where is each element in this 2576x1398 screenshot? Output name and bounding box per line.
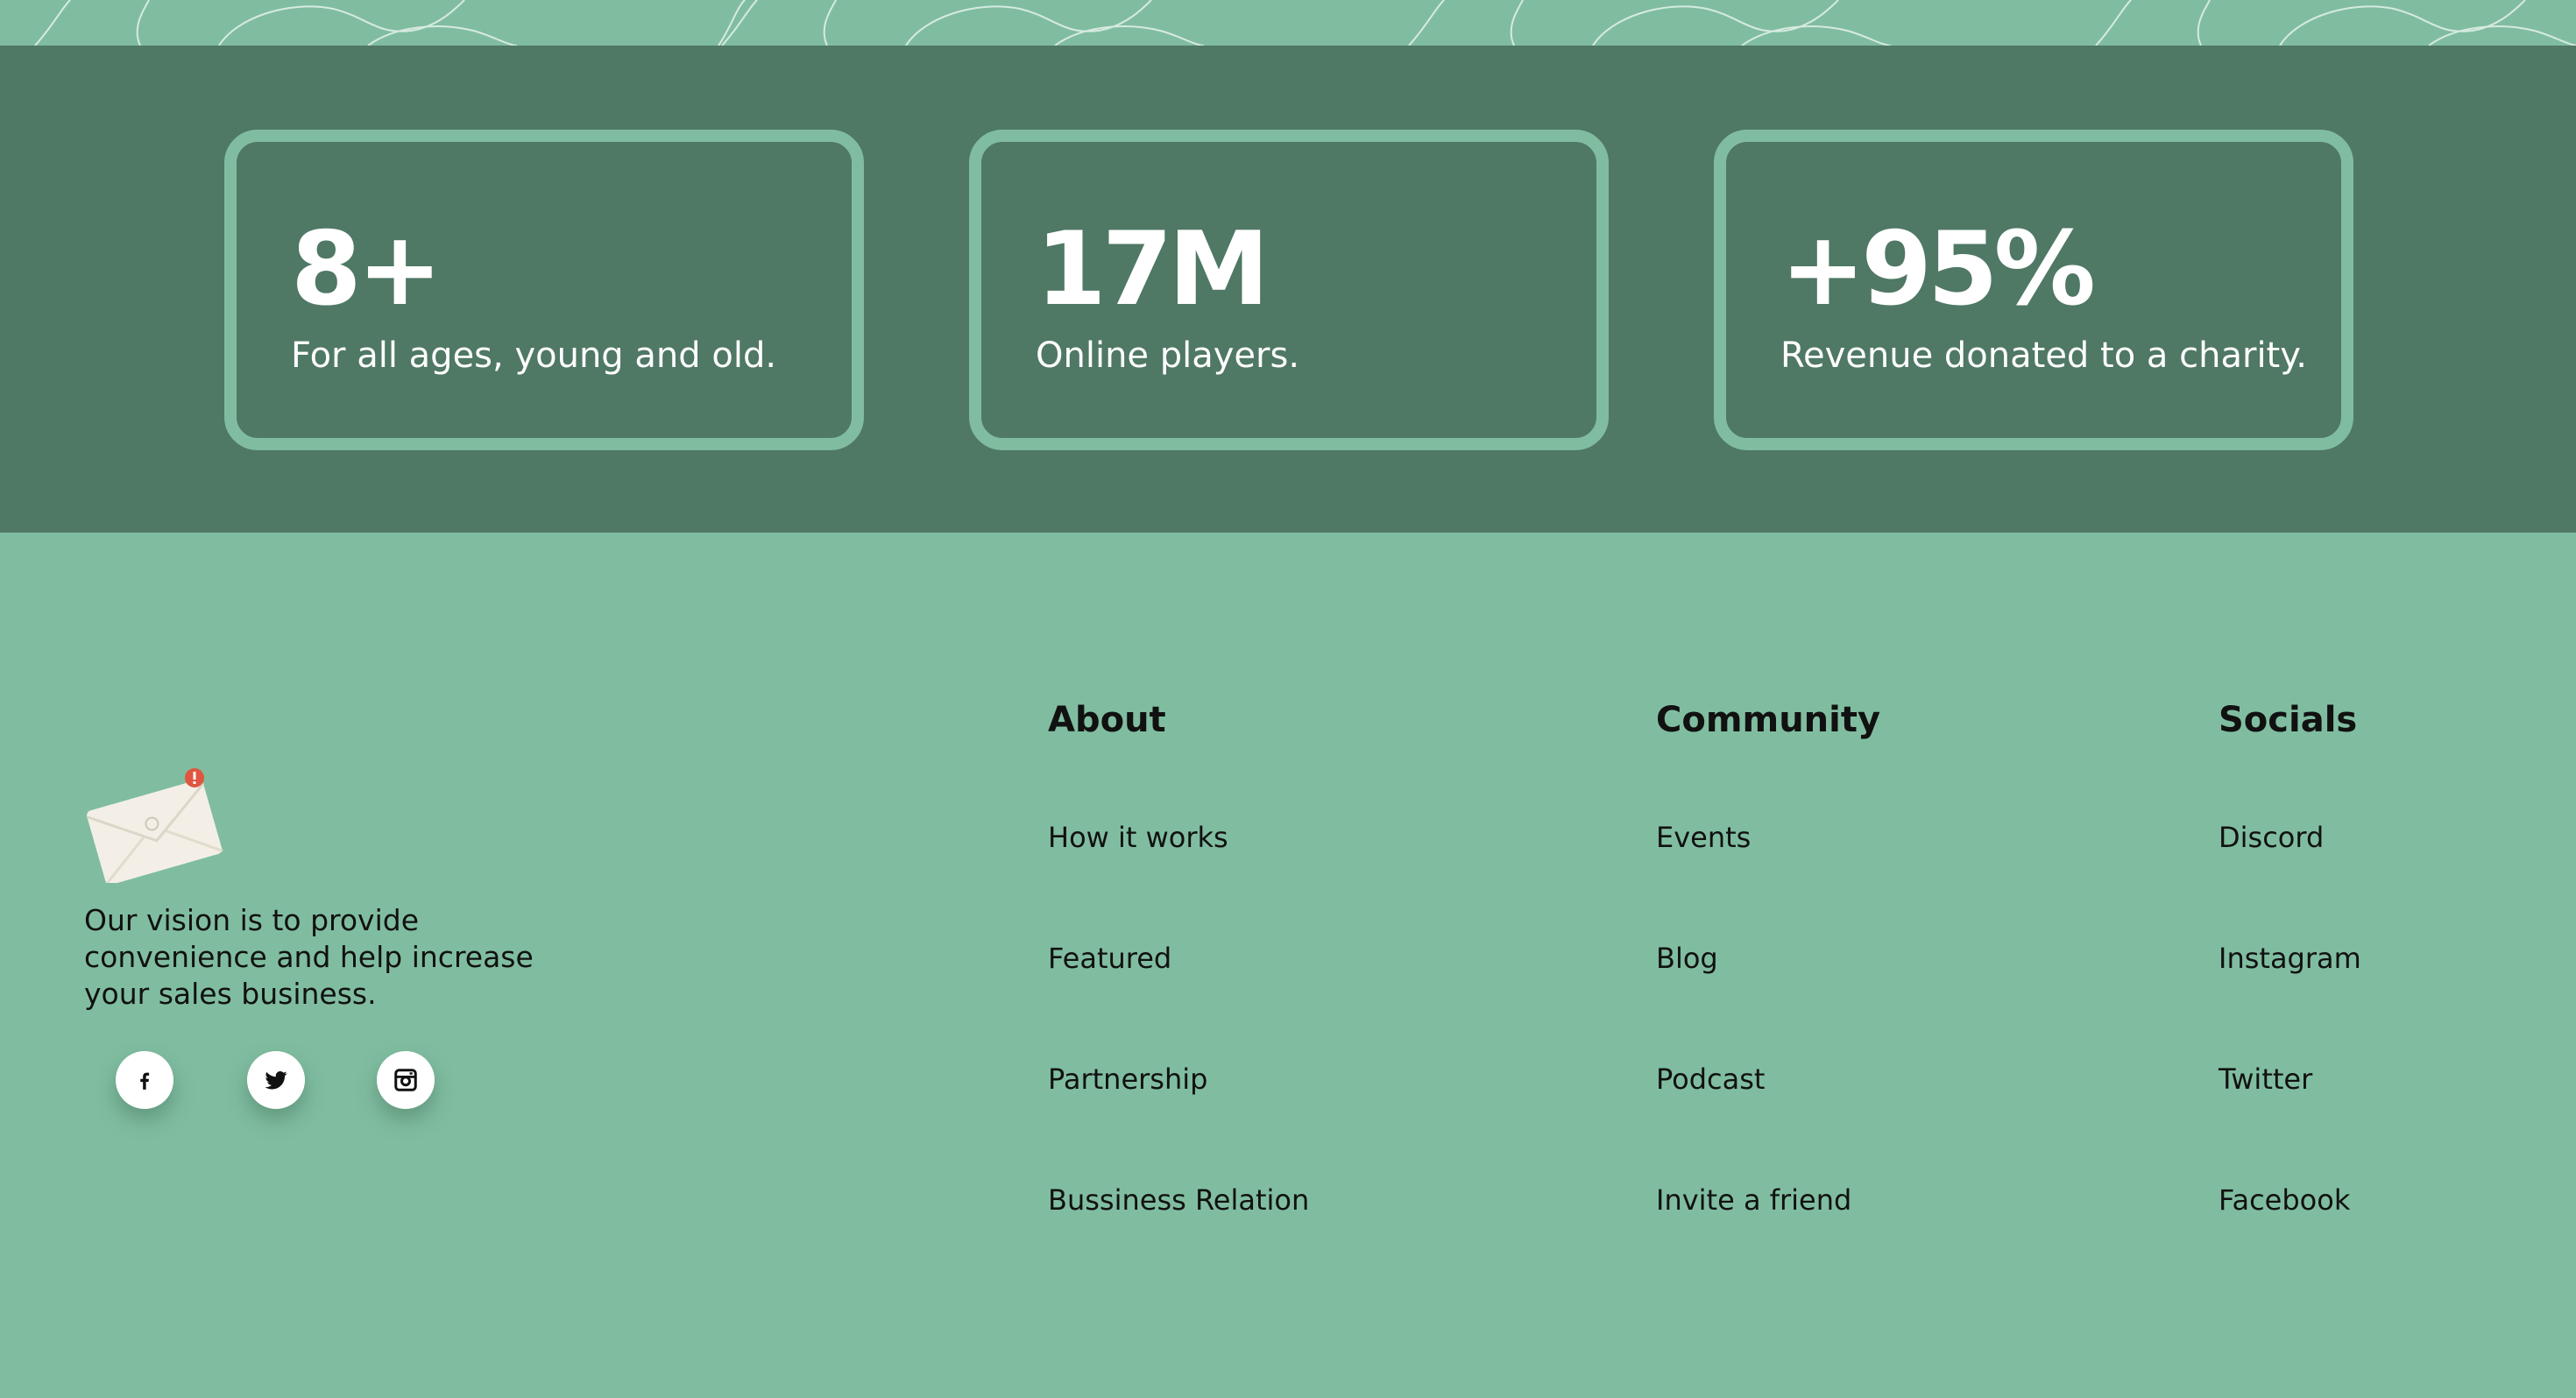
facebook-icon[interactable] xyxy=(116,1051,173,1109)
vision-statement: Our vision is to provide convenience and… xyxy=(84,903,534,1011)
stat-value: 17M xyxy=(1036,210,1270,328)
envelope-notification-icon xyxy=(81,760,228,886)
footer-link-twitter[interactable]: Twitter xyxy=(2219,1065,2312,1093)
stat-description: Online players. xyxy=(1036,335,1300,376)
column-title: About xyxy=(1048,700,1166,740)
squiggle-pattern xyxy=(34,0,2576,46)
stat-value: +95% xyxy=(1780,210,2096,328)
footer-link-invite-friend[interactable]: Invite a friend xyxy=(1656,1186,1851,1214)
footer-link-how-it-works[interactable]: How it works xyxy=(1048,823,1228,851)
footer-link-blog[interactable]: Blog xyxy=(1656,944,1718,972)
footer: Our vision is to provide convenience and… xyxy=(0,533,2576,1398)
column-title: Socials xyxy=(2219,700,2358,740)
decorative-pattern-strip xyxy=(0,0,2576,46)
column-title: Community xyxy=(1656,700,1881,740)
stat-card-players: 17M Online players. xyxy=(969,130,1609,450)
twitter-icon[interactable] xyxy=(247,1051,305,1109)
instagram-icon[interactable] xyxy=(377,1051,435,1109)
footer-link-events[interactable]: Events xyxy=(1656,823,1751,851)
stat-card-revenue: +95% Revenue donated to a charity. xyxy=(1714,130,2353,450)
footer-link-featured[interactable]: Featured xyxy=(1048,944,1171,972)
stat-description: Revenue donated to a charity. xyxy=(1780,335,2307,376)
footer-column-community: Community Events Blog Podcast Invite a f… xyxy=(1656,700,1881,1214)
footer-link-partnership[interactable]: Partnership xyxy=(1048,1065,1207,1093)
stat-description: For all ages, young and old. xyxy=(291,335,777,376)
stat-value: 8+ xyxy=(291,210,442,328)
footer-link-instagram[interactable]: Instagram xyxy=(2219,944,2361,972)
footer-column-about: About How it works Featured Partnership … xyxy=(1048,700,1309,1214)
footer-link-podcast[interactable]: Podcast xyxy=(1656,1065,1765,1093)
footer-link-discord[interactable]: Discord xyxy=(2219,823,2324,851)
stats-section: 8+ For all ages, young and old. 17M Onli… xyxy=(0,46,2576,533)
footer-link-facebook[interactable]: Facebook xyxy=(2219,1186,2350,1214)
footer-column-socials: Socials Discord Instagram Twitter Facebo… xyxy=(2219,700,2361,1214)
footer-link-business-relation[interactable]: Bussiness Relation xyxy=(1048,1186,1309,1214)
stat-card-ages: 8+ For all ages, young and old. xyxy=(224,130,864,450)
